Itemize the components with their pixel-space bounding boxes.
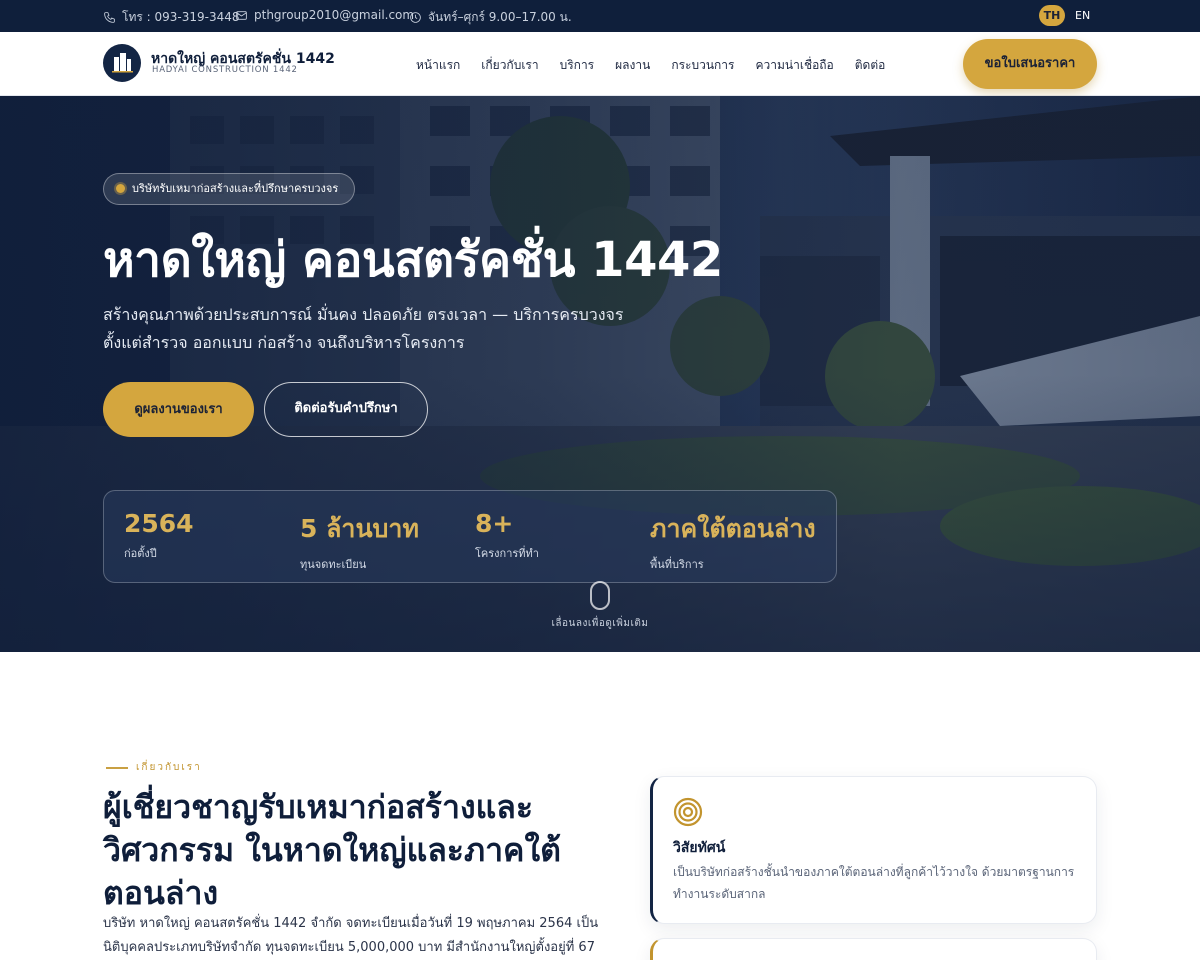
- nav-item-services[interactable]: บริการ: [560, 56, 595, 75]
- nav-item-contact[interactable]: ติดต่อ: [855, 56, 886, 75]
- dot-icon: [116, 184, 125, 193]
- nav-item-home[interactable]: หน้าแรก: [416, 56, 460, 75]
- stat-service-area: ภาคใต้ตอนล่าง พื้นที่บริการ: [650, 509, 816, 573]
- request-quote-button[interactable]: ขอใบเสนอราคา: [963, 39, 1097, 89]
- stat-capital: 5 ล้านบาท ทุนจดทะเบียน: [300, 509, 419, 573]
- vision-description: เป็นบริษัทก่อสร้างชั้นนำของภาคใต้ตอนล่าง…: [673, 865, 1075, 901]
- stats-panel: 2564 ก่อตั้งปี 5 ล้านบาท ทุนจดทะเบียน 8+…: [103, 490, 837, 583]
- stat-value: 2564: [124, 509, 194, 538]
- hero-subtitle-line-1: สร้างคุณภาพด้วยประสบการณ์ มั่นคง ปลอดภัย…: [103, 305, 624, 324]
- nav-item-trust[interactable]: ความน่าเชื่อถือ: [755, 56, 833, 75]
- company-tagline-pill: บริษัทรับเหมาก่อสร้างและที่ปรึกษาครบวงจร: [103, 173, 356, 205]
- main-nav: หน้าแรก เกี่ยวกับเรา บริการ ผลงาน กระบวน…: [416, 56, 885, 75]
- vision-card: วิสัยทัศน์ เป็นบริษัทก่อสร้างชั้นนำของภา…: [650, 776, 1097, 924]
- about-text: บริษัท หาดใหญ่ คอนสตรัคชั่น 1442 จำกัด จ…: [103, 916, 599, 955]
- email-contact[interactable]: pthgroup2010@gmail.com: [235, 8, 414, 22]
- mail-icon: [236, 10, 247, 20]
- contact-consult-button[interactable]: ติดต่อรับคำปรึกษา: [264, 382, 428, 437]
- view-portfolio-button[interactable]: ดูผลงานของเรา: [103, 382, 254, 437]
- about-eyebrow: เกี่ยวกับเรา: [106, 760, 202, 775]
- nav-item-portfolio[interactable]: ผลงาน: [615, 56, 650, 75]
- hero-title: หาดใหญ่ คอนสตรัคชั่น 1442: [103, 232, 723, 288]
- clock-icon: [410, 12, 421, 23]
- mission-card: [650, 938, 1097, 960]
- logo-subtitle: HADYAI CONSTRUCTION 1442: [152, 65, 298, 75]
- scroll-hint: เลื่อนลงเพื่อดูเพิ่มเติม: [551, 618, 649, 629]
- lang-en-button[interactable]: EN: [1075, 5, 1090, 26]
- lang-th-button[interactable]: TH: [1039, 5, 1065, 26]
- stat-value: 5 ล้านบาท: [300, 514, 419, 543]
- office-hours: จันทร์–ศุกร์ 9.00–17.00 น.: [409, 8, 572, 27]
- phone-icon: [104, 12, 115, 23]
- stat-value: 8+: [475, 509, 514, 538]
- about-title: ผู้เชี่ยวชาญรับเหมาก่อสร้างและวิศวกรรม ใ…: [103, 788, 561, 912]
- company-logo-icon[interactable]: [103, 44, 141, 82]
- pill-text: บริษัทรับเหมาก่อสร้างและที่ปรึกษาครบวงจร: [132, 182, 339, 195]
- stat-founded: 2564 ก่อตั้งปี: [124, 509, 194, 562]
- stat-label: ก่อตั้งปี: [124, 547, 157, 560]
- phone-text: โทร : 093-319-3448: [122, 10, 240, 24]
- email-text: pthgroup2010@gmail.com: [254, 8, 415, 22]
- stat-label: พื้นที่บริการ: [650, 558, 704, 571]
- hero-section: บริษัทรับเหมาก่อสร้างและที่ปรึกษาครบวงจร…: [0, 96, 1200, 652]
- top-contact-bar: โทร : 093-319-3448 pthgroup2010@gmail.co…: [0, 0, 1200, 32]
- nav-item-process[interactable]: กระบวนการ: [671, 56, 734, 75]
- eyebrow-line: [106, 766, 128, 769]
- stat-value: ภาคใต้ตอนล่าง: [650, 514, 816, 543]
- eyebrow-text: เกี่ยวกับเรา: [136, 762, 202, 773]
- stat-projects: 8+ โครงการที่ทำ: [475, 509, 539, 562]
- nav-item-about[interactable]: เกี่ยวกับเรา: [481, 56, 538, 75]
- main-header: หาดใหญ่ คอนสตรัคชั่น 1442 HADYAI CONSTRU…: [0, 32, 1200, 96]
- hours-text: จันทร์–ศุกร์ 9.00–17.00 น.: [428, 10, 572, 24]
- stat-label: ทุนจดทะเบียน: [300, 558, 367, 571]
- scroll-mouse-icon[interactable]: [590, 581, 610, 610]
- target-icon: [673, 797, 703, 827]
- vision-title: วิสัยทัศน์: [673, 840, 726, 856]
- hero-subtitle-line-2: ตั้งแต่สำรวจ ออกแบบ ก่อสร้าง จนถึงบริหาร…: [103, 333, 465, 352]
- stat-label: โครงการที่ทำ: [475, 547, 539, 560]
- phone-contact[interactable]: โทร : 093-319-3448: [103, 8, 239, 27]
- hero-subtitle: สร้างคุณภาพด้วยประสบการณ์ มั่นคง ปลอดภัย…: [103, 301, 663, 357]
